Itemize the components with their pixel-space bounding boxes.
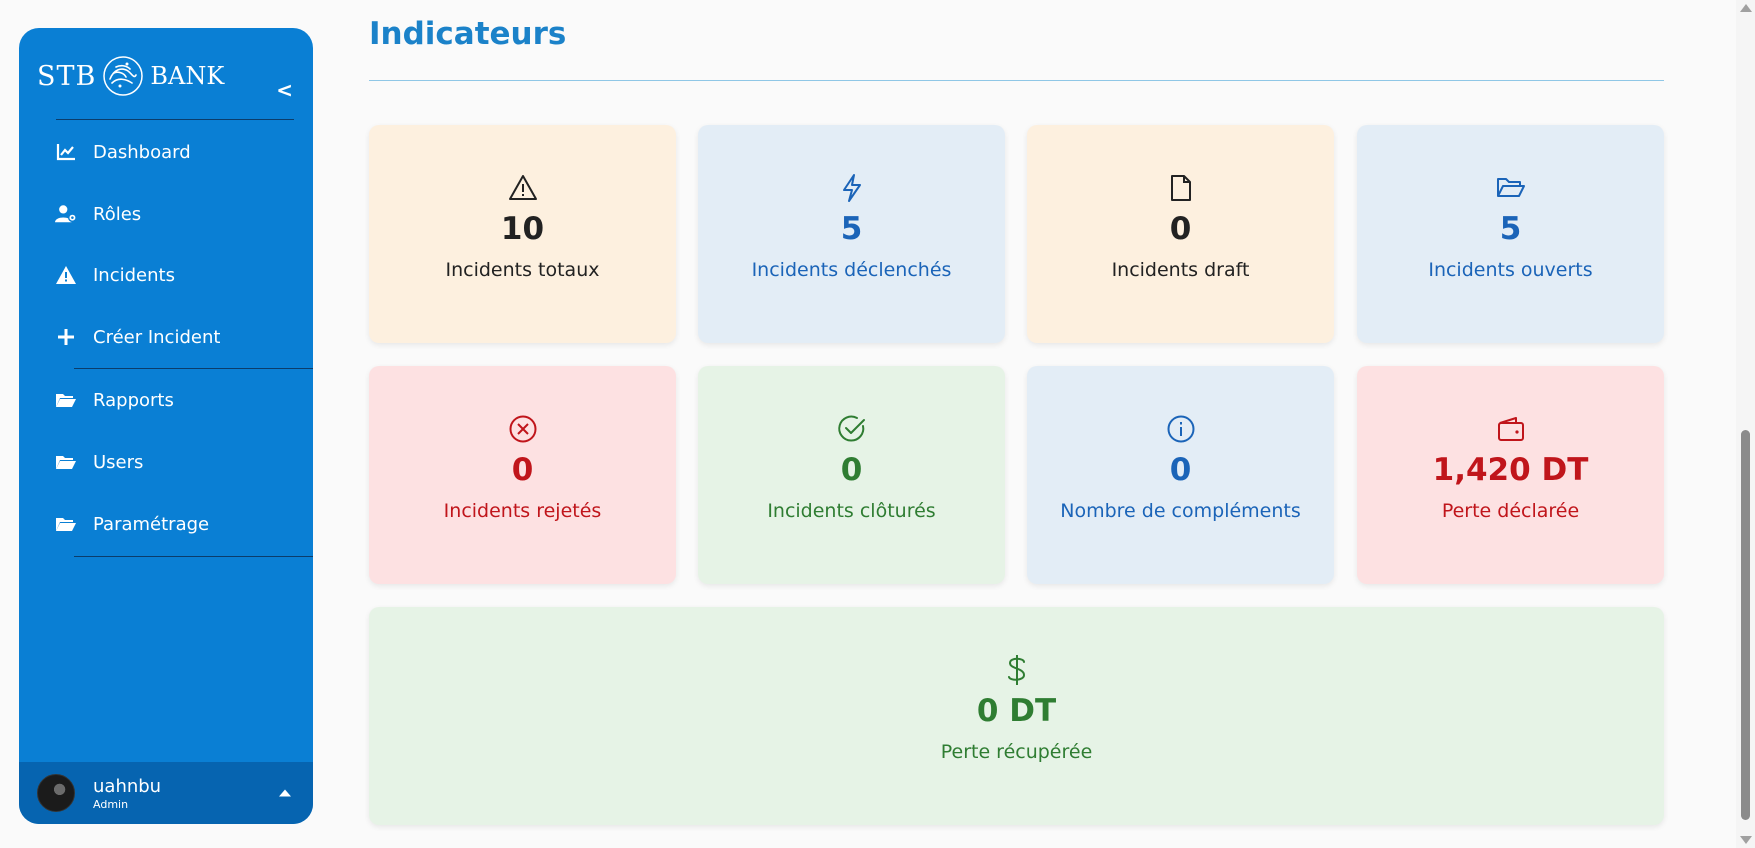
scrollbar[interactable]: [1736, 0, 1755, 848]
divider: [74, 556, 313, 557]
card-label: Perte déclarée: [1441, 500, 1580, 522]
divider: [74, 368, 313, 369]
sidebar-item-label: Incidents: [93, 264, 175, 286]
sidebar-item-dashboard[interactable]: Dashboard: [55, 137, 191, 167]
dollar-icon: [1002, 655, 1032, 685]
card-perte-declaree: 1,420 DT Perte déclarée: [1357, 366, 1664, 584]
chart-line-icon: [55, 141, 77, 163]
card-value: 5: [840, 211, 863, 247]
page-title: Indicateurs: [369, 16, 567, 52]
lightning-icon: [837, 173, 867, 203]
card-incidents-clotures: 0 Incidents clôturés: [698, 366, 1005, 584]
sidebar-item-rapports[interactable]: Rapports: [55, 385, 174, 415]
info-circle-icon: [1166, 414, 1196, 444]
user-name: uahnbu: [93, 775, 162, 797]
card-label: Incidents totaux: [445, 259, 600, 281]
sidebar: STB BANK < Dashboard Rôles Incidents Cré…: [19, 28, 313, 824]
card-label: Incidents clôturés: [767, 500, 936, 522]
sidebar-item-label: Dashboard: [93, 141, 191, 163]
avatar: [37, 774, 75, 812]
card-incidents-draft: 0 Incidents draft: [1027, 125, 1334, 343]
card-value: 10: [500, 211, 545, 247]
title-divider: [369, 80, 1664, 81]
user-gear-icon: [55, 203, 77, 225]
card-incidents-totaux: 10 Incidents totaux: [369, 125, 676, 343]
sidebar-item-creer-incident[interactable]: Créer Incident: [55, 322, 220, 352]
sidebar-item-label: Rapports: [93, 389, 174, 411]
sidebar-item-label: Rôles: [93, 203, 142, 225]
card-nombre-complements: 0 Nombre de compléments: [1027, 366, 1334, 584]
card-value: 0: [1169, 211, 1192, 247]
stb-bank-logo[interactable]: STB BANK: [37, 50, 224, 102]
x-circle-icon: [508, 414, 538, 444]
wallet-icon: [1496, 414, 1526, 444]
sidebar-item-incidents[interactable]: Incidents: [55, 260, 175, 290]
card-label: Nombre de compléments: [1060, 500, 1301, 522]
card-value: 0: [511, 452, 534, 488]
card-value: 1,420 DT: [1432, 452, 1589, 488]
user-menu[interactable]: uahnbu Admin: [19, 762, 313, 824]
brand-bank: BANK: [150, 62, 225, 90]
card-label: Incidents déclenchés: [751, 259, 952, 281]
card-label: Incidents rejetés: [443, 500, 602, 522]
user-role: Admin: [93, 797, 129, 811]
card-value: 0 DT: [976, 693, 1057, 729]
collapse-sidebar-button[interactable]: <: [276, 78, 293, 102]
sidebar-item-label: Users: [93, 451, 144, 473]
card-label: Perte récupérée: [940, 741, 1093, 763]
brand-stb: STB: [37, 60, 97, 92]
caret-up-icon[interactable]: [279, 789, 291, 797]
card-value: 0: [1169, 452, 1192, 488]
card-value: 0: [840, 452, 863, 488]
scroll-up-icon[interactable]: [1740, 4, 1752, 12]
folder-open-icon: [55, 389, 77, 411]
plus-icon: [55, 326, 77, 348]
folder-open-icon: [1496, 173, 1526, 203]
card-label: Incidents draft: [1111, 259, 1250, 281]
card-value: 5: [1499, 211, 1522, 247]
check-circle-icon: [837, 414, 867, 444]
card-incidents-rejetes: 0 Incidents rejetés: [369, 366, 676, 584]
sidebar-item-users[interactable]: Users: [55, 447, 143, 477]
sidebar-item-parametrage[interactable]: Paramétrage: [55, 509, 209, 539]
warning-triangle-icon: [508, 173, 538, 203]
folder-open-icon: [55, 513, 77, 535]
brand-emblem-icon: [103, 56, 144, 96]
user-info: uahnbu Admin: [93, 776, 161, 811]
sidebar-item-label: Paramétrage: [93, 513, 210, 535]
folder-open-icon: [55, 451, 77, 473]
card-incidents-ouverts: 5 Incidents ouverts: [1357, 125, 1664, 343]
sidebar-item-roles[interactable]: Rôles: [55, 199, 141, 229]
scroll-down-icon[interactable]: [1740, 836, 1752, 844]
divider: [56, 119, 294, 120]
card-perte-recuperee: 0 DT Perte récupérée: [369, 607, 1664, 825]
card-incidents-declenches: 5 Incidents déclenchés: [698, 125, 1005, 343]
file-icon: [1166, 173, 1196, 203]
warning-icon: [55, 264, 77, 286]
sidebar-item-label: Créer Incident: [93, 326, 221, 348]
scrollbar-thumb[interactable]: [1741, 430, 1750, 820]
card-label: Incidents ouverts: [1428, 259, 1593, 281]
